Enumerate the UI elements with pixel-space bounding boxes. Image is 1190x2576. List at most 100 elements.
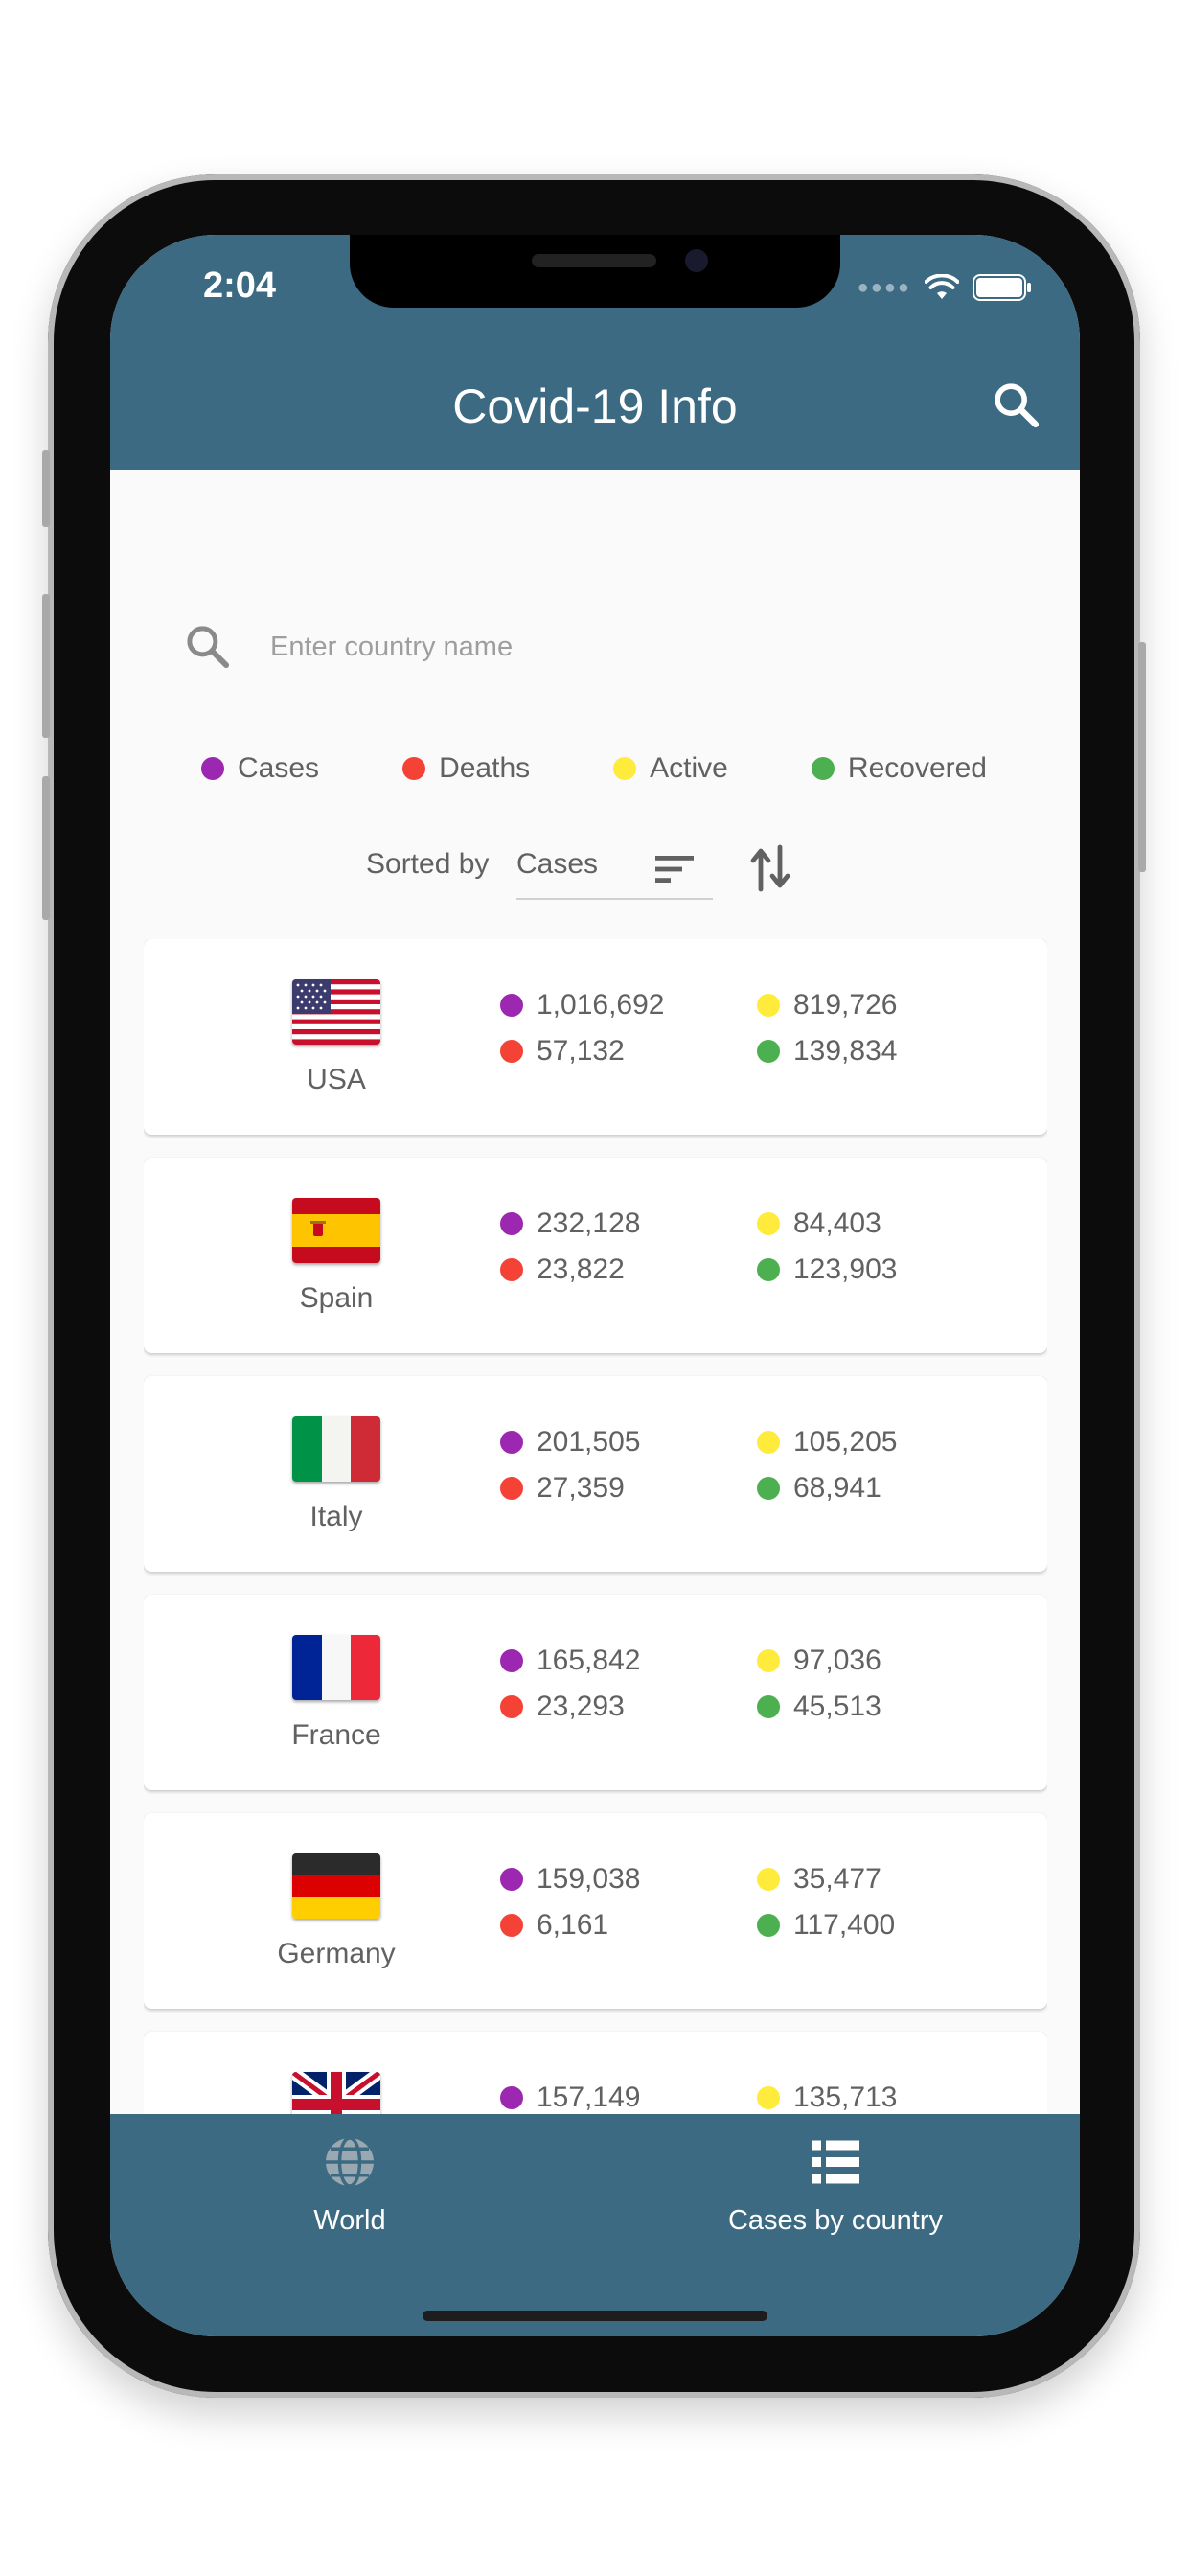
recovered-dot [757,1040,780,1063]
country-name: USA [307,1064,366,1095]
cases-stat: 165,842 [500,1644,640,1677]
cases-dot [500,2086,523,2109]
country-card[interactable]: Spain 232,128 23,822 84,403 123,903 [144,1158,1047,1353]
deaths-dot [500,1258,523,1281]
cases-dot [500,1868,523,1891]
deaths-value: 57,132 [537,1035,625,1067]
deaths-stat: 23,293 [500,1690,625,1723]
swap-vert-icon[interactable] [747,841,793,895]
cases-dot [500,994,523,1017]
speaker [532,254,656,267]
sort-label: Sorted by [366,848,490,880]
cases-value: 201,505 [537,1426,641,1458]
screen: 2:04 ●●●● Covid-19 Info Enter country na… [110,235,1080,2336]
list-icon [812,2140,859,2184]
cases-dot [500,1431,523,1454]
italy-flag-icon [292,1416,380,1482]
status-time: 2:04 [203,265,277,306]
active-value: 819,726 [793,989,898,1021]
recovered-stat: 139,834 [757,1035,897,1068]
country-name: Germany [277,1938,396,1969]
country-name: Spain [299,1282,374,1314]
legend-item-deaths: Deaths [402,752,530,785]
recovered-dot [757,1477,780,1500]
country-name: Italy [309,1501,363,1532]
cases-dot [500,1212,523,1235]
deaths-dot [500,1477,523,1500]
deaths-stat: 23,822 [500,1254,625,1286]
recovered-dot [811,757,835,780]
cases-stat: 201,505 [500,1426,640,1459]
active-stat: 97,036 [757,1644,881,1677]
deaths-stat: 6,161 [500,1909,608,1942]
deaths-value: 6,161 [537,1909,609,1941]
search-button[interactable] [990,379,1043,432]
search-input[interactable] [268,630,943,664]
cases-value: 232,128 [537,1208,641,1239]
legend-label: Active [650,752,728,784]
active-dot [757,1868,780,1891]
active-dot [613,757,637,780]
country-card[interactable]: USA 1,016,692 57,132 819,726 139,834 [144,939,1047,1135]
cases-value: 165,842 [537,1644,641,1676]
cases-value: 159,038 [537,1863,641,1895]
home-indicator[interactable] [423,2311,767,2321]
battery-icon [973,274,1031,301]
cases-dot [500,1649,523,1672]
sort-icon[interactable] [652,846,698,892]
deaths-value: 23,822 [537,1254,625,1285]
deaths-dot [402,757,426,780]
country-list: USA 1,016,692 57,132 819,726 139,834 Spa… [144,939,1047,2128]
recovered-stat: 68,941 [757,1472,881,1505]
germany-flag-icon [292,1853,380,1919]
active-stat: 819,726 [757,989,897,1022]
recovered-stat: 45,513 [757,1690,881,1723]
recovered-value: 139,834 [793,1035,898,1067]
cases-stat: 159,038 [500,1863,640,1896]
globe-icon [326,2136,374,2188]
deaths-stat: 57,132 [500,1035,625,1068]
country-card[interactable]: 157,149 135,713 [144,2032,1047,2128]
cases-dot [201,757,224,780]
active-stat: 135,713 [757,2082,897,2114]
signal-icon: ●●●● [857,276,911,298]
active-dot [757,994,780,1017]
cases-stat: 157,149 [500,2082,640,2114]
search-bar [182,604,1006,690]
recovered-value: 123,903 [793,1254,898,1285]
country-card[interactable]: Germany 159,038 6,161 35,477 117,400 [144,1813,1047,2009]
cases-value: 157,149 [537,2082,641,2113]
legend-item-recovered: Recovered [811,752,987,785]
active-value: 105,205 [793,1426,898,1458]
status-icons: ●●●● [858,273,1032,302]
recovered-dot [757,1914,780,1937]
active-dot [757,1649,780,1672]
nav-item-cases-by-country[interactable]: Cases by country [663,2133,1008,2237]
deaths-stat: 27,359 [500,1472,625,1505]
legend-label: Deaths [439,752,531,784]
volume-up-button [42,594,50,738]
power-button [1138,642,1146,872]
recovered-stat: 117,400 [757,1909,895,1942]
cases-stat: 1,016,692 [500,989,664,1022]
deaths-dot [500,1695,523,1718]
active-stat: 35,477 [757,1863,881,1896]
country-name: France [291,1719,381,1751]
recovered-dot [757,1258,780,1281]
volume-down-button [42,776,50,920]
active-value: 84,403 [793,1208,881,1239]
sort-row: Sorted by Cases [110,839,1080,915]
deaths-dot [500,1914,523,1937]
recovered-dot [757,1695,780,1718]
notch [350,235,840,308]
country-card[interactable]: Italy 201,505 27,359 105,205 68,941 [144,1376,1047,1572]
app-bar: 2:04 ●●●● Covid-19 Info [110,235,1080,470]
recovered-stat: 123,903 [757,1254,897,1286]
sort-value: Cases [516,848,599,880]
usa-flag-icon [292,979,380,1045]
legend-label: Recovered [847,752,987,784]
france-flag-icon [292,1635,380,1700]
nav-item-world[interactable]: World [177,2133,522,2237]
recovered-value: 45,513 [793,1690,881,1722]
country-card[interactable]: France 165,842 23,293 97,036 45,513 [144,1595,1047,1790]
